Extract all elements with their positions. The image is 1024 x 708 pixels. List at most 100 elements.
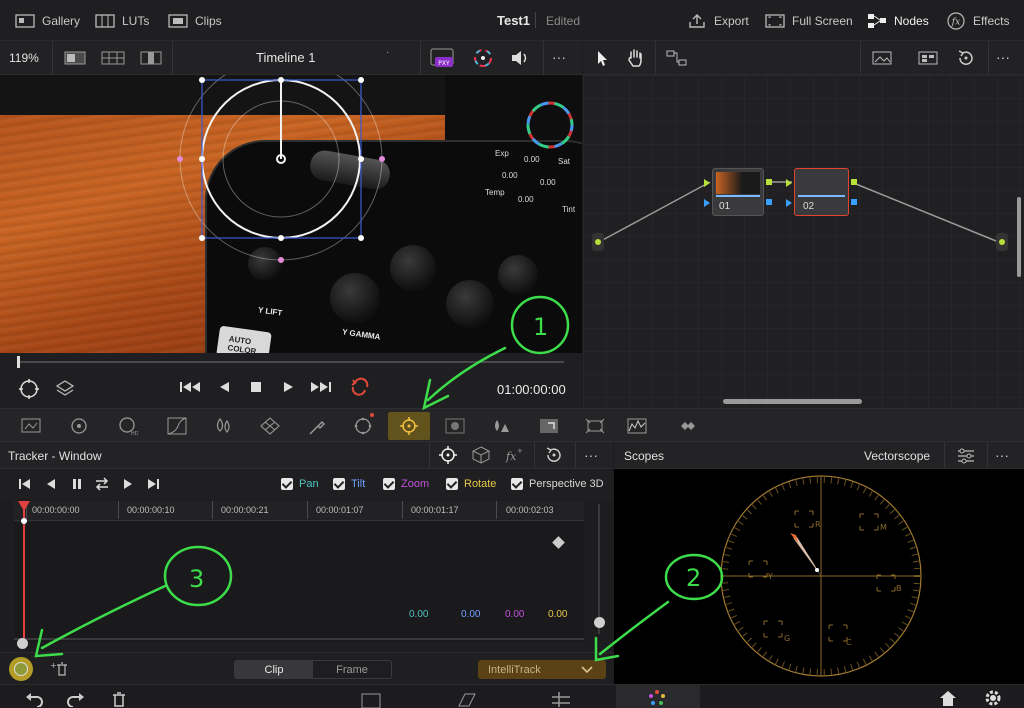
undo-icon[interactable] [24,691,44,707]
stabilizer-icon[interactable] [470,445,492,465]
trash-icon[interactable] [110,690,128,708]
full-screen-button[interactable]: Full Screen [764,10,853,32]
speaker-icon[interactable] [509,49,531,67]
layers-icon[interactable] [54,378,76,400]
timeline-name[interactable]: Timeline 1 [256,50,315,65]
scrubber-track[interactable] [18,361,564,363]
track-forward-icon[interactable] [121,477,135,491]
pan-checkbox[interactable]: Pan [281,478,319,490]
delete-keyframe-icon[interactable]: + [48,660,70,678]
hand-icon[interactable] [625,48,645,68]
node-layout-icon[interactable] [665,48,689,68]
scopes-icon[interactable] [626,416,648,436]
camera-raw-icon[interactable] [20,416,42,436]
mesh-icon[interactable] [259,416,281,436]
effects-button[interactable]: fx Effects [945,10,1009,32]
viewer-mode-icon[interactable] [16,377,42,401]
play-reverse-icon[interactable] [216,379,232,395]
track-to-end-icon[interactable] [146,477,160,491]
frame-mode-button[interactable]: Frame [313,661,391,678]
reset-icon[interactable] [956,48,976,68]
window-overlay[interactable] [0,75,582,353]
export-button[interactable]: Export [686,10,749,32]
settings-gear-icon[interactable] [983,688,1003,708]
input-port[interactable] [592,233,604,251]
edit-page-icon[interactable] [550,689,572,707]
tracker-playhead-handle[interactable] [18,501,30,511]
node-editor[interactable]: 01 02 [583,75,1024,408]
track-method-dropdown[interactable]: IntelliTrack [478,660,606,679]
clip-mode-button[interactable]: Clip [235,661,313,678]
fx-tracker-icon[interactable]: fx + [502,445,524,465]
scopes-more-button[interactable]: ··· [995,447,1009,463]
zoom-slider-track[interactable] [598,504,600,634]
home-icon[interactable] [938,689,958,707]
color-warper-icon[interactable] [212,416,234,436]
keyframes-icon[interactable] [676,416,698,436]
proxy-icon[interactable]: PXY [429,47,455,69]
gallery-button[interactable]: Gallery [14,10,80,32]
scroll-slider-handle[interactable] [17,638,28,649]
still-icon[interactable] [871,49,893,67]
tracker-window-icon[interactable] [437,445,459,465]
color-wheels-icon[interactable] [68,416,90,436]
node-port[interactable] [786,179,792,187]
go-to-start-icon[interactable] [178,379,202,395]
blur-icon[interactable] [490,416,512,436]
tilt-checkbox[interactable]: Tilt [333,478,365,490]
scope-settings-icon[interactable] [956,447,976,465]
node-02[interactable]: 02 [794,168,849,216]
scope-type-dropdown[interactable]: Vectorscope [864,449,930,463]
zoom-slider-handle[interactable] [594,617,605,628]
play-icon[interactable] [280,379,296,395]
zoom-checkbox[interactable]: Zoom [383,478,429,490]
perspective-3d-checkbox[interactable]: Perspective 3D [511,478,604,490]
node-port[interactable] [851,199,857,205]
clips-button[interactable]: Clips [167,10,222,32]
qualifier-icon[interactable] [306,416,328,436]
window-icon[interactable] [352,416,374,436]
tracker-more-button[interactable]: ··· [584,447,598,463]
pointer-icon[interactable] [595,49,611,67]
luts-button[interactable]: LUTs [94,10,149,32]
tracker-ruler[interactable]: 00:00:00:00 00:00:00:10 00:00:00:21 00:0… [14,501,584,521]
magic-mask-icon[interactable] [444,416,466,436]
hdr-icon[interactable]: HDR [116,416,138,436]
track-to-start-icon[interactable] [18,477,32,491]
node-port[interactable] [766,199,772,205]
nodes-button[interactable]: Nodes [866,10,929,32]
scroll-slider-track[interactable] [14,638,584,640]
rotate-checkbox[interactable]: Rotate [446,478,496,490]
lightbox-icon[interactable] [917,49,939,67]
node-port[interactable] [851,179,857,185]
vertical-scrollbar[interactable] [1017,197,1021,277]
track-pause-icon[interactable] [70,477,84,491]
horizontal-scrollbar[interactable] [723,399,862,404]
node-01[interactable]: 01 [712,168,764,216]
output-port[interactable] [996,233,1008,251]
node-port[interactable] [704,179,710,187]
sizing-icon[interactable] [584,416,606,436]
loop-icon[interactable] [348,377,372,397]
color-wheel-icon[interactable] [471,47,495,69]
go-to-end-icon[interactable] [309,379,333,395]
node-more-button[interactable]: ··· [996,49,1010,65]
viewer[interactable]: Exp 0.00 Sat 0.00 0.00 Temp 0.00 Tint Y … [0,75,582,353]
zoom-level[interactable]: 119% [9,51,39,65]
tracker-graph[interactable] [14,522,584,642]
tracker-icon[interactable] [398,416,420,436]
scrubber-playhead[interactable] [17,356,20,368]
viewer-more-button[interactable]: ··· [552,49,566,65]
cut-page-icon[interactable] [455,690,477,708]
track-reverse-icon[interactable] [44,477,58,491]
add-keyframe-icon[interactable] [14,662,28,676]
split-viewer-icon[interactable] [101,50,125,66]
curves-icon[interactable] [166,416,188,436]
redo-icon[interactable] [66,691,86,707]
tracker-reset-icon[interactable] [544,445,564,465]
node-port[interactable] [704,199,710,207]
node-port[interactable] [786,199,792,207]
single-viewer-icon[interactable] [64,50,86,66]
node-port[interactable] [766,179,772,185]
wipe-viewer-icon[interactable] [140,50,162,66]
